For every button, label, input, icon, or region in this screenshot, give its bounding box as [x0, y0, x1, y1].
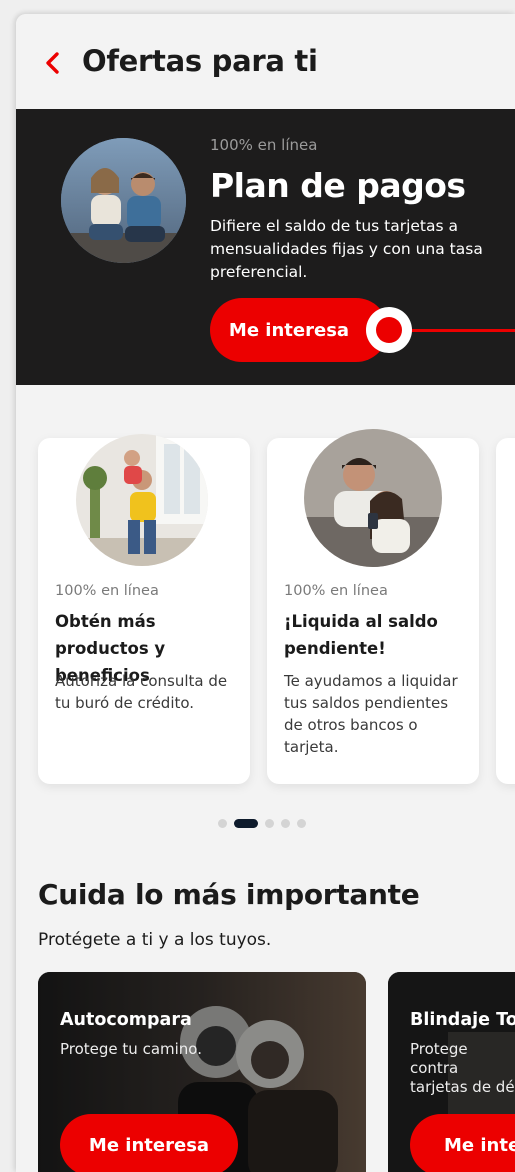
hero-cta-button[interactable]: Me interesa: [210, 298, 388, 362]
offer-description: Te ayudamos a liquidar tus saldos pendie…: [284, 672, 458, 756]
offer-kicker: 100% en línea: [284, 583, 388, 599]
couple-phone-photo: [304, 429, 442, 567]
section-title: Cuida lo más importante: [38, 878, 420, 911]
page-dot[interactable]: [218, 818, 227, 828]
insurance-card-partial[interactable]: Blindaje Tot Protege contra tarjetas de …: [388, 972, 515, 1172]
offer-description: Autoriza la consulta de tu buró de crédi…: [55, 672, 228, 712]
insurance-title: Autocompara: [60, 1010, 192, 1030]
insurance-cta-button[interactable]: Me interesa: [60, 1114, 238, 1172]
hero-title: Plan de pagos: [210, 166, 466, 205]
offer-kicker: 100% en línea: [55, 583, 159, 599]
insurance-card[interactable]: Autocompara Protege tu camino. Me intere…: [38, 972, 366, 1172]
hero-kicker: 100% en línea: [210, 136, 318, 154]
hero-banner: 100% en línea Plan de pagos Difiere el s…: [16, 109, 515, 385]
page-dot[interactable]: [297, 818, 306, 828]
insurance-description: Protege tu camino.: [60, 1040, 202, 1058]
page-dot[interactable]: [281, 818, 290, 828]
insurance-title: Blindaje Tot: [410, 1010, 515, 1030]
carousel-pagination: [218, 818, 306, 828]
insurance-description: Protege contra tarjetas de dé: [410, 1040, 515, 1096]
pointer-dot: [376, 317, 402, 343]
family-photo: [76, 434, 208, 566]
tutorial-pointer-marker: [366, 307, 412, 353]
section-subtitle: Protégete a ti y a los tuyos.: [38, 930, 272, 950]
offer-card[interactable]: 100% en línea ¡Liquida al saldo pendient…: [267, 429, 479, 784]
page-title: Ofertas para ti: [82, 44, 318, 78]
couple-photo: [61, 138, 186, 263]
top-bar: Ofertas para ti: [16, 14, 515, 109]
offer-card[interactable]: 100% en línea Obtén más productos y bene…: [38, 434, 250, 784]
page-dot-active[interactable]: [234, 818, 258, 828]
chevron-left-icon: [46, 52, 59, 74]
back-button[interactable]: [42, 50, 66, 76]
offer-card-partial[interactable]: [496, 438, 515, 784]
app-screen: Ofertas para ti 100% en línea Plan de pa…: [16, 14, 515, 1172]
page-dot[interactable]: [265, 818, 274, 828]
tutorial-pointer-line: [410, 329, 515, 332]
hero-description: Difiere el saldo de tus tarjetas a mensu…: [210, 217, 483, 281]
insurance-cta-button[interactable]: Me inte: [410, 1114, 515, 1172]
offer-title: ¡Liquida al saldo pendiente!: [284, 612, 438, 658]
